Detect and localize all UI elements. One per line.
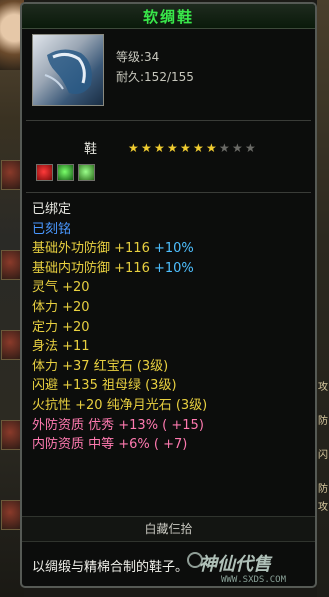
stat-text: 内防资质 中等 +6% ( +7) <box>32 437 188 453</box>
stat-line: 外防资质 优秀 +13% ( +15) <box>32 416 312 436</box>
stat-text: 体力 +20 <box>32 299 90 315</box>
red-gem-icon <box>36 164 53 181</box>
empty-star-icon: ★ <box>232 141 243 155</box>
stat-bonus: +10% <box>149 241 194 257</box>
filled-star-icon: ★ <box>154 141 165 155</box>
stat-line: 基础外功防御 +116 +10% <box>32 239 312 259</box>
stat-text: 已刻铭 <box>32 221 72 237</box>
maker-name: 白藏仨拾 <box>144 522 193 536</box>
shoe-icon <box>32 34 104 106</box>
watermark-url: WWW.SXDS.COM <box>221 575 287 585</box>
filled-star-icon: ★ <box>206 141 217 155</box>
stat-line: 内防资质 中等 +6% ( +7) <box>32 435 312 455</box>
empty-star-icon: ★ <box>219 141 230 155</box>
right-edge-char: 防 <box>318 484 328 495</box>
stat-text: 定力 +20 <box>32 319 90 335</box>
stat-text: 基础内功防御 +116 <box>32 260 150 276</box>
filled-star-icon: ★ <box>193 141 204 155</box>
stat-text: 灵气 +20 <box>32 280 90 296</box>
watermark-text: 神仙代售 <box>199 554 271 575</box>
stat-text: 身法 +11 <box>32 339 90 355</box>
stat-line: 火抗性 +20 纯净月光石 (3级) <box>32 396 312 416</box>
stat-bonus: +10% <box>149 260 194 276</box>
right-edge-char: 闪 <box>318 450 328 461</box>
stat-line: 定力 +20 <box>32 318 312 338</box>
item-description: 以绸缎与精棉合制的鞋子。 <box>32 560 189 575</box>
item-level: 等级:34 <box>116 50 160 64</box>
item-tooltip: 软绸鞋 等级:34 耐久:152/155 鞋 ★ ★ ★ ★ ★ ★ ★ ★ ★ ★ 已绑定 已刻铭… <box>20 2 317 588</box>
right-edge-char: 防 <box>318 416 328 427</box>
stat-text: 已绑定 <box>32 202 72 217</box>
right-edge-char: 攻 <box>318 382 328 393</box>
stat-text: 基础外功防御 +116 <box>32 241 150 257</box>
stat-line: 身法 +11 <box>32 337 312 357</box>
watermark-logo: 神仙代售 WWW.SXDS.COM <box>187 550 323 590</box>
filled-star-icon: ★ <box>128 141 139 155</box>
divider <box>26 192 311 193</box>
green-gem-icon <box>57 164 74 181</box>
star-rating: ★ ★ ★ ★ ★ ★ ★ ★ ★ ★ <box>128 142 257 154</box>
stat-text: 体力 +37 红宝石 (3级) <box>32 358 169 374</box>
filled-star-icon: ★ <box>141 141 152 155</box>
stat-line: 灵气 +20 <box>32 278 312 298</box>
stat-line: 已绑定 <box>32 200 312 220</box>
stat-text: 外防资质 优秀 +13% ( +15) <box>32 417 204 433</box>
stat-line: 体力 +37 红宝石 (3级) <box>32 357 312 377</box>
item-name: 软绸鞋 <box>142 8 194 26</box>
title-bar: 软绸鞋 <box>22 4 315 29</box>
right-edge-char: 攻 <box>318 502 328 513</box>
empty-star-icon: ★ <box>245 141 256 155</box>
green-gem-icon <box>78 164 95 181</box>
filled-star-icon: ★ <box>180 141 191 155</box>
stat-line: 已刻铭 <box>32 220 312 240</box>
maker-bar: 白藏仨拾 <box>22 516 315 542</box>
equipment-slot-type: 鞋 <box>84 142 98 157</box>
gem-sockets <box>36 164 95 181</box>
background-right-strip: 攻 防 闪 防 攻 <box>317 0 329 597</box>
stat-line: 基础内功防御 +116 +10% <box>32 259 312 279</box>
item-durability: 耐久:152/155 <box>116 70 194 84</box>
divider <box>26 120 311 121</box>
stat-list: 已绑定 已刻铭 基础外功防御 +116 +10% 基础内功防御 +116 +10% 灵气… <box>32 200 312 455</box>
stat-line: 体力 +20 <box>32 298 312 318</box>
stat-text: 闪避 +135 祖母绿 (3级) <box>32 378 177 394</box>
stat-text: 火抗性 +20 纯净月光石 (3级) <box>32 397 208 413</box>
stat-line: 闪避 +135 祖母绿 (3级) <box>32 376 312 396</box>
filled-star-icon: ★ <box>167 141 178 155</box>
